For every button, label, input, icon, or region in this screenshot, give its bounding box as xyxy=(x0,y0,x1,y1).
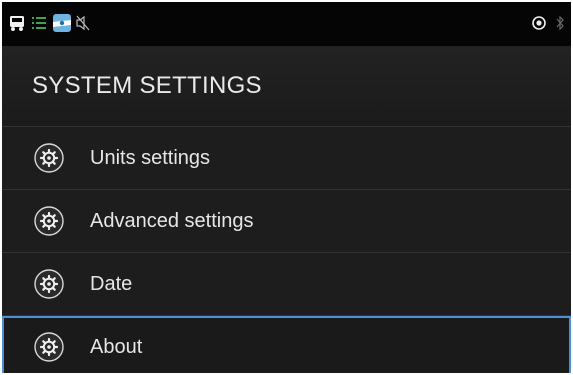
gps-target-icon xyxy=(531,15,547,36)
page-header: SYSTEM SETTINGS xyxy=(2,46,571,127)
gear-icon xyxy=(34,332,64,362)
gear-icon xyxy=(34,269,64,299)
menu-item-about[interactable]: About xyxy=(2,316,571,373)
menu-item-units-settings[interactable]: Units settings xyxy=(2,127,571,190)
menu-item-label: About xyxy=(90,336,143,358)
status-bar xyxy=(2,2,571,46)
menu-item-label: Date xyxy=(90,273,133,295)
truck-icon xyxy=(8,14,26,37)
menu-item-label: Units settings xyxy=(90,147,211,169)
settings-menu: Units settings Advanced settings Date Ab… xyxy=(2,127,571,373)
menu-item-date[interactable]: Date xyxy=(2,253,571,316)
status-left-icons xyxy=(8,13,94,38)
list-icon xyxy=(30,14,48,37)
bluetooth-icon xyxy=(555,15,565,36)
menu-item-label: Advanced settings xyxy=(90,210,254,232)
menu-item-advanced-settings[interactable]: Advanced settings xyxy=(2,190,571,253)
map-tile-icon xyxy=(52,13,72,38)
speaker-muted-icon xyxy=(76,15,90,36)
device-screen: SYSTEM SETTINGS Units settings Advanced … xyxy=(2,2,571,373)
gear-icon xyxy=(34,143,64,173)
gear-icon xyxy=(34,206,64,236)
page-title: SYSTEM SETTINGS xyxy=(32,72,262,99)
status-right-icons xyxy=(523,14,565,36)
